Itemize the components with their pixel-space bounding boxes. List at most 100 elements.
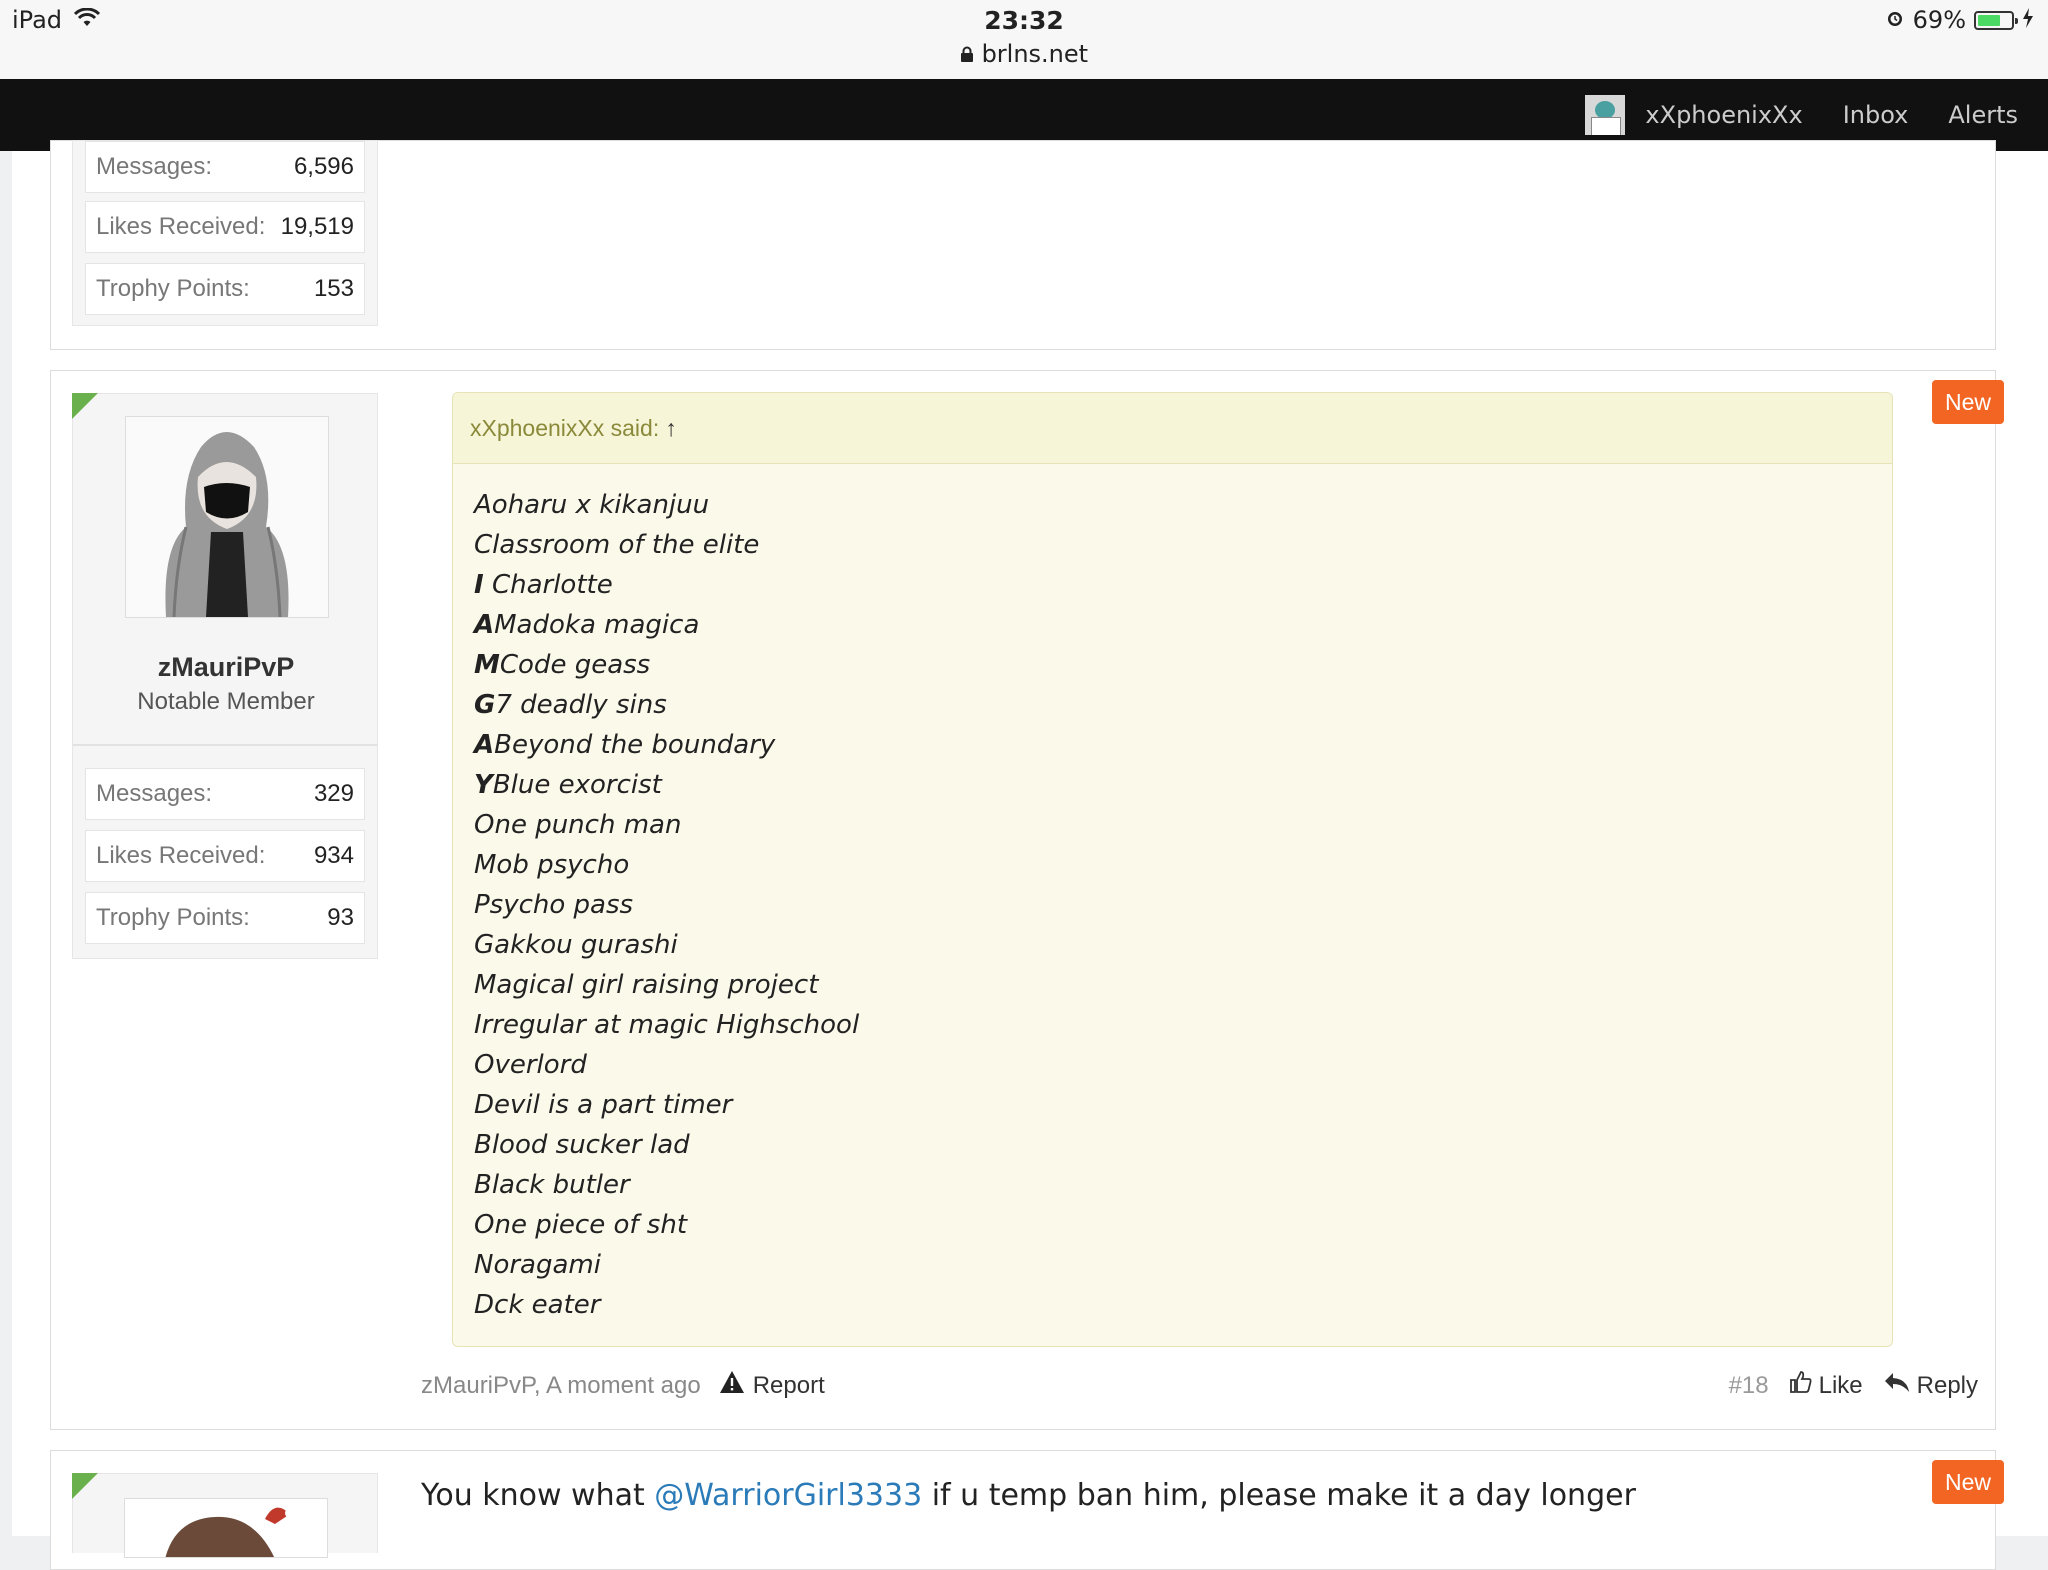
quote-line: MCode geass	[474, 645, 859, 685]
report-button[interactable]: Report	[719, 1370, 825, 1401]
quote-line: Noragami	[474, 1245, 859, 1285]
battery-icon	[1974, 10, 2018, 30]
stat-likes: Likes Received: 19,519	[85, 201, 365, 253]
quote-line-text: Classroom of the elite	[474, 530, 760, 560]
reply-icon	[1883, 1370, 1911, 1401]
stat-likes: Likes Received: 934	[85, 830, 365, 882]
quote-line-text: Overlord	[474, 1050, 587, 1080]
quote-line-text: Irregular at magic Highschool	[474, 1010, 860, 1040]
online-indicator	[72, 393, 98, 419]
stat-messages: Messages: 6,596	[85, 141, 365, 193]
quote-line-prefix: A	[474, 610, 495, 640]
reply-button[interactable]: Reply	[1883, 1370, 1978, 1401]
status-time: 23:32	[984, 6, 1064, 35]
quote-header[interactable]: xXphoenixXx said: ↑	[453, 393, 1892, 464]
url-text: brlns.net	[981, 40, 1089, 68]
stat-label: Trophy Points:	[96, 275, 250, 302]
nav-alerts[interactable]: Alerts	[1948, 101, 2018, 129]
quote-line-text: Blue exorcist	[492, 770, 662, 800]
lock-icon	[960, 40, 982, 68]
author-title: Notable Member	[137, 688, 315, 715]
author-username[interactable]: zMauriPvP	[73, 652, 379, 683]
quote-line: AMadoka magica	[474, 605, 859, 645]
quote-line-text: Devil is a part timer	[474, 1090, 733, 1120]
quote-line: Classroom of the elite	[474, 525, 859, 565]
reply-label: Reply	[1916, 1371, 1978, 1399]
quote-line-prefix: I	[474, 570, 484, 600]
quote-line: One piece of sht	[474, 1205, 859, 1245]
quote-line: Aoharu x kikanjuu	[474, 485, 859, 525]
online-indicator	[72, 1473, 98, 1499]
report-label: Report	[752, 1371, 825, 1399]
stat-trophy: Trophy Points: 153	[85, 263, 365, 315]
quote-line-text: Black butler	[474, 1170, 630, 1200]
next-post-message: You know what @WarriorGirl3333 if u temp…	[421, 1478, 1636, 1513]
quote-line: One punch man	[474, 805, 859, 845]
quote-line-prefix: M	[474, 650, 500, 680]
quote-line: Irregular at magic Highschool	[474, 1005, 859, 1045]
arrow-up-icon[interactable]: ↑	[665, 415, 677, 442]
alarm-icon	[1885, 6, 1905, 34]
nav-user-menu[interactable]: xXphoenixXx	[1585, 95, 1803, 135]
quote-line-text: Charlotte	[483, 570, 613, 600]
quote-line-text: Noragami	[474, 1250, 601, 1280]
quote-line-text: Magical girl raising project	[474, 970, 819, 1000]
stat-value: 153	[313, 275, 354, 302]
quote-line-text: Madoka magica	[494, 610, 700, 640]
post-author-block: zMauriPvP Notable Member Messages: 329 L…	[72, 393, 378, 959]
stat-value: 934	[313, 842, 354, 869]
nav-avatar	[1585, 95, 1626, 135]
quote-line-text: Gakkou gurashi	[474, 930, 678, 960]
quote-line: Blood sucker lad	[474, 1125, 859, 1165]
thumbs-up-icon	[1789, 1370, 1813, 1401]
quote-line-text: Dck eater	[474, 1290, 601, 1320]
nav-username: xXphoenixXx	[1645, 101, 1803, 129]
quote-line-prefix: A	[474, 730, 495, 760]
stat-value: 6,596	[293, 153, 354, 180]
stat-value: 329	[313, 780, 354, 807]
quote-line-prefix: G	[474, 690, 496, 720]
stat-label: Messages:	[96, 780, 213, 807]
quote-line: Overlord	[474, 1045, 859, 1085]
stat-value: 19,519	[280, 213, 354, 240]
post-author-time[interactable]: zMauriPvP, A moment ago	[421, 1372, 701, 1400]
stat-value: 93	[327, 904, 354, 931]
post-actions: #18 Like Reply	[1729, 1370, 1978, 1401]
like-button[interactable]: Like	[1789, 1370, 1863, 1401]
quote-line: Black butler	[474, 1165, 859, 1205]
new-badge: New	[1932, 380, 2004, 424]
message-text: if u temp ban him, please make it a day …	[922, 1478, 1636, 1513]
message-text: You know what	[421, 1478, 655, 1513]
quote-line-text: Blood sucker lad	[474, 1130, 690, 1160]
stat-label: Messages:	[96, 153, 213, 180]
quote-line-text: Beyond the boundary	[494, 730, 776, 760]
quote-line-text: One punch man	[474, 810, 682, 840]
battery-percent: 69%	[1912, 6, 1966, 34]
quote-author: xXphoenixXx said:	[470, 414, 660, 441]
divider	[73, 744, 377, 746]
quote-line: Devil is a part timer	[474, 1085, 859, 1125]
previous-post-stats: Messages: 6,596 Likes Received: 19,519 T…	[72, 140, 378, 326]
user-mention-link[interactable]: @WarriorGirl3333	[654, 1478, 922, 1513]
stat-label: Likes Received:	[96, 842, 266, 869]
nav-inbox[interactable]: Inbox	[1843, 101, 1909, 129]
quote-line: ABeyond the boundary	[474, 725, 859, 765]
status-bar: iPad 23:32 brlns.net 69%	[0, 0, 2048, 79]
stat-messages: Messages: 329	[85, 768, 365, 820]
post-number[interactable]: #18	[1729, 1372, 1769, 1400]
quote-line: YBlue exorcist	[474, 765, 859, 805]
post-meta: zMauriPvP, A moment ago Report	[421, 1370, 825, 1401]
next-author-avatar[interactable]	[124, 1498, 328, 1558]
quote-line: Dck eater	[474, 1285, 859, 1325]
address-bar[interactable]: brlns.net	[0, 40, 2048, 68]
quote-line-text: Aoharu x kikanjuu	[474, 490, 710, 520]
quote-line: I Charlotte	[474, 565, 859, 605]
quote-line-text: Mob psycho	[474, 850, 630, 880]
author-avatar[interactable]	[125, 416, 329, 618]
stat-label: Trophy Points:	[96, 904, 250, 931]
quote-line-prefix: Y	[474, 770, 493, 800]
stat-trophy: Trophy Points: 93	[85, 892, 365, 944]
warning-icon	[719, 1370, 745, 1401]
quote-line-text: Code geass	[499, 650, 651, 680]
quote-line-text: Psycho pass	[474, 890, 634, 920]
